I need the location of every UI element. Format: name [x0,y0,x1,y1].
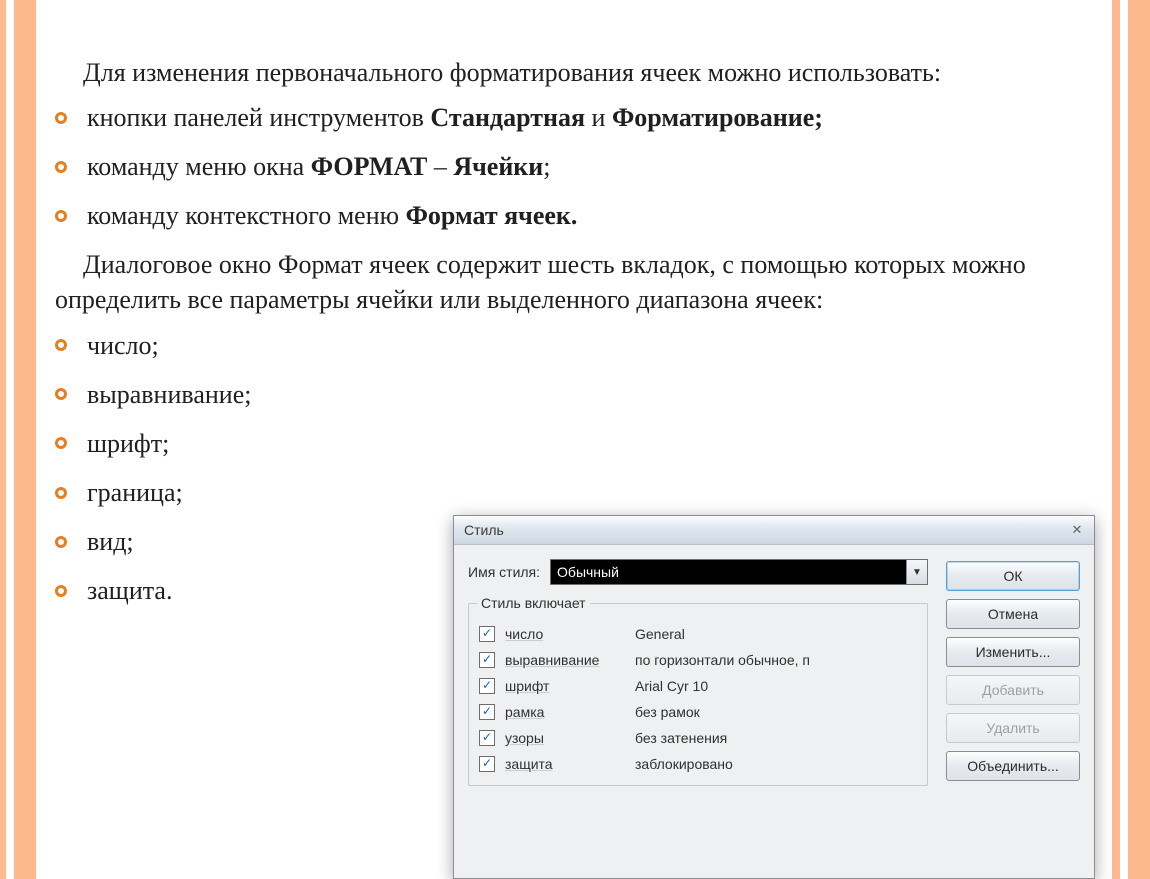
checkbox[interactable] [479,626,495,642]
list-item: граница; [55,475,1095,510]
style-name-combobox[interactable]: ▼ [550,559,928,585]
style-dialog: Стиль ✕ Имя стиля: ▼ Стиль включает [453,515,1095,879]
dialog-body: Имя стиля: ▼ Стиль включает число Genera… [454,545,1094,796]
button-label: Объединить... [967,758,1059,774]
checkbox-value: без рамок [635,704,700,720]
ok-button[interactable]: ОК [946,561,1080,591]
list-item: выравнивание; [55,377,1095,412]
text: шрифт; [87,429,169,458]
text: команду меню окна [87,152,311,181]
checkbox-label: узоры [505,730,625,746]
list-item: команду контекстного меню Формат ячеек. [55,198,1095,233]
close-icon: ✕ [1072,522,1083,538]
cancel-button[interactable]: Отмена [946,599,1080,629]
checkbox-label: рамка [505,704,625,720]
button-label: Отмена [988,606,1038,622]
dialog-left-column: Имя стиля: ▼ Стиль включает число Genera… [468,559,928,786]
checkbox-row-border: рамка без рамок [477,699,919,725]
text: – [427,152,453,181]
button-label: Удалить [986,720,1039,736]
button-label: Изменить... [976,644,1051,660]
bold-text: ФОРМАТ [311,152,428,181]
checkbox-value: General [635,626,685,642]
style-includes-group: Стиль включает число General выравнивани… [468,595,928,786]
checkbox-label: число [505,626,625,642]
checkbox-value: Arial Cyr 10 [635,678,708,694]
style-name-input[interactable] [551,560,906,584]
bold-text: Ячейки [453,152,543,181]
checkbox-row-number: число General [477,621,919,647]
bold-text: Формат ячеек. [406,201,578,230]
checkbox[interactable] [479,730,495,746]
checkbox[interactable] [479,652,495,668]
checkbox[interactable] [479,704,495,720]
text: ; [543,152,550,181]
list-item: шрифт; [55,426,1095,461]
merge-button[interactable]: Объединить... [946,751,1080,781]
text: команду контекстного меню [87,201,406,230]
checkbox-value: по горизонтали обычное, п [635,652,810,668]
text: число; [87,331,159,360]
style-name-row: Имя стиля: ▼ [468,559,928,585]
description-paragraph: Диалоговое окно Формат ячеек содержит ше… [55,247,1095,317]
checkbox[interactable] [479,756,495,772]
dialog-titlebar[interactable]: Стиль ✕ [454,516,1094,545]
checkbox-row-patterns: узоры без затенения [477,725,919,751]
button-label: ОК [1003,568,1022,584]
checkbox-value: без затенения [635,730,727,746]
checkbox-row-protection: защита заблокировано [477,751,919,777]
checkbox-label: шрифт [505,678,625,694]
text: вид; [87,527,134,556]
checkbox-value: заблокировано [635,756,733,772]
intro-paragraph: Для изменения первоначального форматиров… [55,55,1095,90]
text: выравнивание; [87,380,251,409]
chevron-down-icon[interactable]: ▼ [906,560,927,584]
list-item: кнопки панелей инструментов Стандартная … [55,100,1095,135]
bold-text: Стандартная [430,103,585,132]
checkbox-label: выравнивание [505,652,625,668]
modify-button[interactable]: Изменить... [946,637,1080,667]
text: кнопки панелей инструментов [87,103,430,132]
checkbox-row-font: шрифт Arial Cyr 10 [477,673,919,699]
dialog-button-column: ОК Отмена Изменить... Добавить Удалить О… [946,559,1080,786]
close-button[interactable]: ✕ [1066,520,1088,540]
bold-text: Форматирование; [612,103,823,132]
add-button: Добавить [946,675,1080,705]
checkbox-label: защита [505,756,625,772]
list-item: команду меню окна ФОРМАТ – Ячейки; [55,149,1095,184]
dialog-title: Стиль [464,522,1066,538]
list-item: число; [55,328,1095,363]
bullet-list-1: кнопки панелей инструментов Стандартная … [55,100,1095,233]
button-label: Добавить [982,682,1044,698]
checkbox-row-alignment: выравнивание по горизонтали обычное, п [477,647,919,673]
delete-button: Удалить [946,713,1080,743]
text: граница; [87,478,183,507]
group-legend: Стиль включает [477,595,590,611]
text: защита. [87,576,172,605]
text: и [585,103,612,132]
style-name-label: Имя стиля: [468,564,540,580]
checkbox[interactable] [479,678,495,694]
slide-content: Для изменения первоначального форматиров… [55,55,1095,844]
